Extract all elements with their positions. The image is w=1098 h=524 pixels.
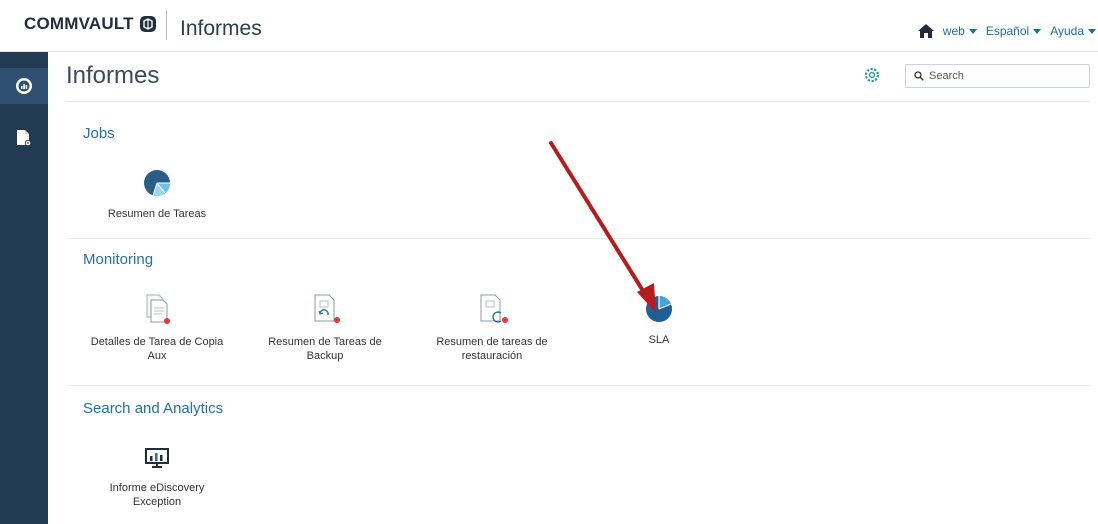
chevron-down-icon xyxy=(968,28,977,34)
top-menu: web Español Ayuda xyxy=(917,24,1098,38)
pie-chart-icon xyxy=(144,170,170,196)
report-resumen-tareas-backup[interactable]: Resumen de Tareas de Backup xyxy=(255,293,395,363)
report-sla[interactable]: SLA xyxy=(589,293,729,347)
nav-reports-dashboard[interactable] xyxy=(0,68,48,104)
report-label: Informe eDiscovery Exception xyxy=(109,482,205,508)
report-label: Resumen de Tareas xyxy=(107,208,207,220)
report-resumen-tareas-restauracion[interactable]: Resumen de tareas de restauración xyxy=(422,293,562,363)
document-copy-icon xyxy=(146,294,170,324)
report-label: SLA xyxy=(648,334,670,346)
search-icon xyxy=(914,71,924,81)
pie-chart-icon xyxy=(646,296,672,322)
chevron-down-icon xyxy=(1033,28,1042,34)
page-header-divider xyxy=(66,101,1090,102)
document-restore-icon xyxy=(480,294,508,323)
dashboard-icon xyxy=(16,78,32,94)
section-title-monitoring: Monitoring xyxy=(83,251,154,268)
top-header: COMMVAULT Informes web Español Ayuda xyxy=(0,0,1098,52)
section-divider xyxy=(66,385,1090,386)
report-detalles-tarea-copia-aux[interactable]: Detalles de Tarea de Copia Aux xyxy=(87,293,227,363)
home-icon[interactable] xyxy=(917,24,934,38)
chevron-down-icon xyxy=(1088,28,1096,34)
settings-icon[interactable] xyxy=(863,66,881,84)
user-menu-label: web xyxy=(942,24,965,38)
nav-report-settings[interactable] xyxy=(0,120,48,156)
brand-name: COMMVAULT xyxy=(24,14,134,33)
report-informe-ediscovery-exception[interactable]: Informe eDiscovery Exception xyxy=(87,447,227,509)
brand-separator xyxy=(166,10,167,40)
language-menu-label: Español xyxy=(985,24,1030,38)
report-label: Detalles de Tarea de Copia Aux xyxy=(90,336,224,362)
help-menu-label: Ayuda xyxy=(1050,24,1084,38)
brand-logo[interactable]: COMMVAULT xyxy=(24,14,157,34)
app-title: Informes xyxy=(180,17,262,40)
help-menu[interactable]: Ayuda xyxy=(1050,24,1096,38)
report-label: Resumen de tareas de restauración xyxy=(436,336,548,362)
section-title-jobs: Jobs xyxy=(83,125,115,142)
language-menu[interactable]: Español xyxy=(985,24,1042,38)
search-input[interactable] xyxy=(929,70,1079,82)
brand-badge-icon xyxy=(139,16,156,32)
user-menu[interactable]: web xyxy=(943,24,977,38)
page-title: Informes xyxy=(66,62,160,89)
monitor-chart-icon xyxy=(145,448,169,468)
search-box[interactable] xyxy=(905,64,1090,88)
report-resumen-de-tareas[interactable]: Resumen de Tareas xyxy=(87,169,227,221)
section-title-search-analytics: Search and Analytics xyxy=(83,400,224,417)
left-nav-rail xyxy=(0,52,48,524)
section-divider xyxy=(66,238,1090,239)
report-label: Resumen de Tareas de Backup xyxy=(268,336,382,362)
document-backup-icon xyxy=(314,294,340,323)
report-settings-icon xyxy=(17,130,32,147)
